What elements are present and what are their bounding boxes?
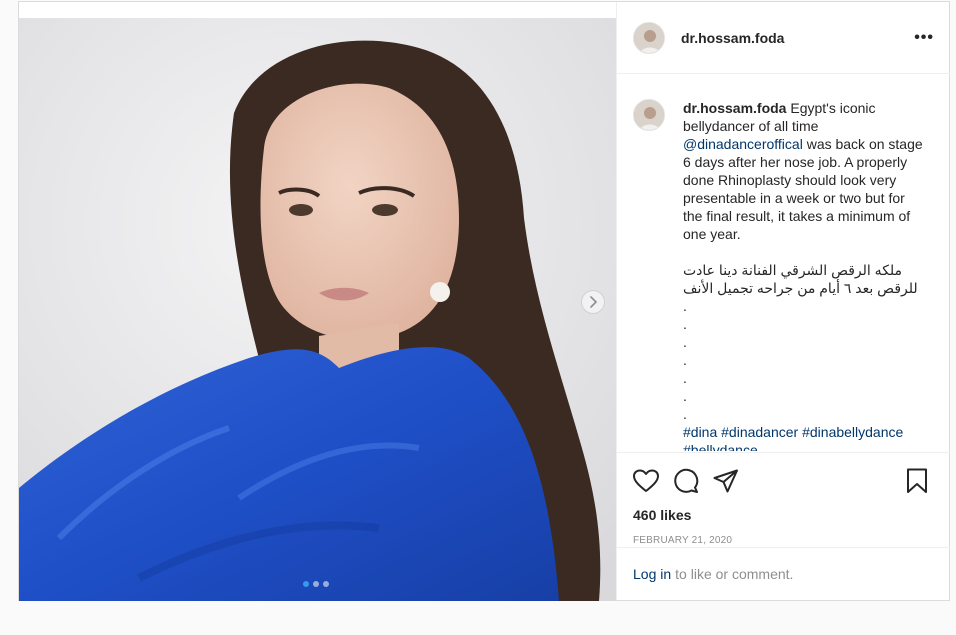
carousel-indicator — [303, 581, 329, 587]
likes-count[interactable]: 460 likes — [633, 507, 934, 523]
post-header: dr.hossam.foda ••• — [617, 2, 950, 74]
like-button[interactable] — [633, 467, 661, 495]
post-card: dr.hossam.foda ••• dr.hossam.foda Egypt'… — [18, 1, 950, 601]
caption-dot: . — [683, 388, 687, 404]
login-bar: Log in to like or comment. — [617, 547, 950, 600]
post-sidebar: dr.hossam.foda ••• dr.hossam.foda Egypt'… — [616, 2, 950, 600]
caption-dot: . — [683, 370, 687, 386]
caption-hashtags[interactable]: #dina #dinadancer #dinabellydance #belly… — [683, 423, 923, 451]
caption-dot: . — [683, 316, 687, 332]
caption-dot: . — [683, 352, 687, 368]
caption-avatar[interactable] — [633, 99, 665, 131]
caption-dot: . — [683, 334, 687, 350]
post-actions: 460 likes FEBRUARY 21, 2020 — [617, 452, 950, 546]
caption-arabic: ملكه الرقص الشرقي الفنانة دينا عادت للرق… — [683, 262, 918, 296]
caption-dot: . — [683, 406, 687, 422]
avatar-image — [634, 100, 664, 130]
login-text: to like or comment. — [675, 566, 794, 582]
caption-username[interactable]: dr.hossam.foda — [683, 100, 786, 116]
post-image — [19, 18, 616, 601]
avatar-image — [634, 22, 664, 53]
carousel-dot-1 — [303, 581, 309, 587]
next-image-button[interactable] — [581, 290, 605, 314]
caption-row: dr.hossam.foda Egypt's iconic bellydance… — [633, 99, 934, 451]
caption-text: dr.hossam.foda Egypt's iconic bellydance… — [683, 99, 923, 451]
avatar[interactable] — [633, 21, 665, 54]
post-date: FEBRUARY 21, 2020 — [633, 535, 733, 546]
post-photo[interactable] — [19, 18, 616, 601]
more-icon[interactable]: ••• — [914, 29, 934, 47]
action-icons — [633, 461, 934, 501]
comment-icon — [674, 468, 699, 493]
carousel-dot-2 — [313, 581, 319, 587]
post-username[interactable]: dr.hossam.foda — [681, 30, 784, 46]
chevron-right-icon — [590, 296, 598, 308]
caption-mention[interactable]: @dinadanceroffical — [683, 136, 803, 152]
share-button[interactable] — [713, 467, 741, 495]
caption-section: dr.hossam.foda Egypt's iconic bellydance… — [617, 75, 950, 451]
caption-dot: . — [683, 298, 687, 314]
login-link[interactable]: Log in — [633, 566, 671, 582]
share-icon — [713, 469, 738, 493]
heart-icon — [633, 469, 659, 492]
carousel-dot-3 — [323, 581, 329, 587]
caption-dots: . . . . . . . — [683, 297, 923, 423]
comment-button[interactable] — [673, 467, 701, 495]
save-button[interactable] — [906, 467, 934, 495]
save-icon — [907, 468, 927, 493]
